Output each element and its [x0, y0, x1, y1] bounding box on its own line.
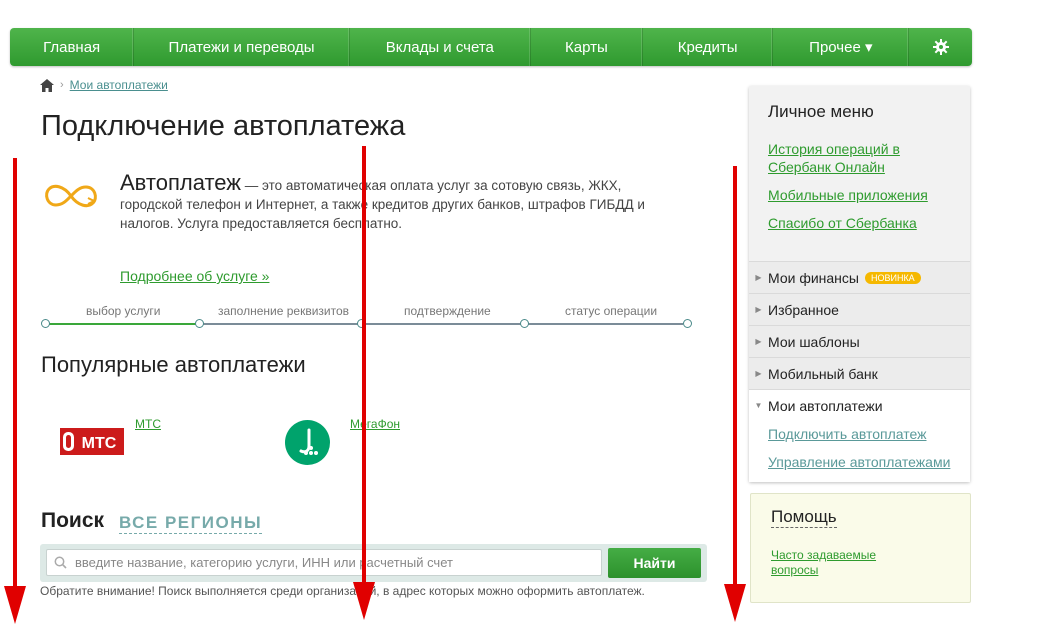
home-icon[interactable] [40, 78, 54, 92]
nav-home[interactable]: Главная [10, 28, 135, 66]
region-selector[interactable]: ВСЕ РЕГИОНЫ [119, 513, 263, 534]
breadcrumb: › Мои автоплатежи [40, 77, 168, 93]
nav-cards[interactable]: Карты [531, 28, 644, 66]
gear-icon [932, 39, 949, 55]
chevron-right-icon: ▶ [755, 337, 762, 346]
sidebar-item-favorites[interactable]: ▶ Избранное [749, 293, 970, 325]
step-label-fill-details: заполнение реквизитов [218, 304, 350, 318]
annotation-arrow [353, 146, 375, 620]
spasibo-link[interactable]: Спасибо от Сбербанка [768, 214, 917, 232]
nav-credits[interactable]: Кредиты [643, 28, 774, 66]
search-note: Обратите внимание! Поиск выполняется сре… [40, 584, 645, 598]
step-label-status: статус операции [565, 304, 658, 318]
step-dot [41, 319, 50, 328]
step-label-select-service: выбор услуги [86, 304, 161, 318]
sidebar-item-my-autopayments[interactable]: ▼ Мои автоплатежи [749, 389, 970, 421]
step-line-remaining [203, 323, 683, 325]
sidebar-item-label: Мои финансы [768, 269, 859, 286]
popular-autopayments-title: Популярные автоплатежи [41, 352, 306, 377]
step-dot [520, 319, 529, 328]
chevron-right-icon: ▶ [755, 305, 762, 314]
sidebar-item-label: Мои шаблоны [768, 333, 860, 350]
new-badge: НОВИНКА [864, 271, 921, 284]
mobile-apps-link[interactable]: Мобильные приложения [768, 186, 928, 204]
search-icon [54, 556, 67, 569]
annotation-arrow [4, 158, 26, 624]
personal-menu: Личное меню История операций в Сбербанк … [749, 86, 970, 482]
personal-menu-title: Личное меню [768, 102, 874, 121]
megafon-logo[interactable] [285, 420, 330, 465]
help-box: Помощь Часто задаваемые вопросы [750, 493, 971, 603]
chevron-right-icon: ▶ [755, 273, 762, 282]
operations-history-link[interactable]: История операций в Сбербанк Онлайн [768, 140, 928, 176]
nav-payments[interactable]: Платежи и переводы [134, 28, 350, 66]
help-title[interactable]: Помощь [771, 507, 837, 528]
sidebar-item-label: Мобильный банк [768, 365, 878, 382]
step-dot [683, 319, 692, 328]
annotation-arrow [724, 166, 746, 622]
manage-autopayments-link[interactable]: Управление автоплатежами [768, 454, 950, 470]
mts-logo-text: МТС [82, 435, 117, 452]
connect-autopayment-link[interactable]: Подключить автоплатеж [768, 426, 927, 442]
breadcrumb-current[interactable]: Мои автоплатежи [70, 78, 168, 92]
chevron-right-icon: ▶ [755, 369, 762, 378]
find-button[interactable]: Найти [608, 548, 701, 578]
faq-link[interactable]: Часто задаваемые вопросы [771, 548, 901, 578]
infinity-icon [45, 184, 97, 208]
top-navigation: Главная Платежи и переводы Вклады и счет… [10, 28, 972, 66]
step-label-confirmation: подтверждение [404, 304, 491, 318]
search-input[interactable] [46, 549, 602, 576]
mts-logo[interactable]: МТС [60, 428, 124, 455]
breadcrumb-separator: › [60, 79, 64, 91]
step-line-completed [47, 323, 199, 325]
nav-other[interactable]: Прочее ▾ [773, 28, 910, 66]
sidebar-item-templates[interactable]: ▶ Мои шаблоны [749, 325, 970, 357]
sidebar-item-mobile-bank[interactable]: ▶ Мобильный банк [749, 357, 970, 389]
provider-link-mts[interactable]: МТС [135, 417, 161, 431]
nav-deposits[interactable]: Вклады и счета [350, 28, 531, 66]
search-title: Поиск [41, 509, 105, 532]
nav-settings[interactable] [909, 28, 972, 66]
more-about-service-link[interactable]: Подробнее об услуге » [120, 268, 269, 284]
autopay-term: Автоплатеж [120, 170, 241, 195]
sidebar-item-label: Мои автоплатежи [768, 397, 883, 414]
page-title: Подключение автоплатежа [41, 110, 406, 142]
autopay-description: Автоплатеж — это автоматическая оплата у… [120, 170, 680, 233]
step-dot [195, 319, 204, 328]
sidebar-item-my-finances[interactable]: ▶ Мои финансы НОВИНКА [749, 261, 970, 293]
sidebar-item-label: Избранное [768, 301, 839, 318]
chevron-down-icon: ▼ [754, 401, 763, 410]
